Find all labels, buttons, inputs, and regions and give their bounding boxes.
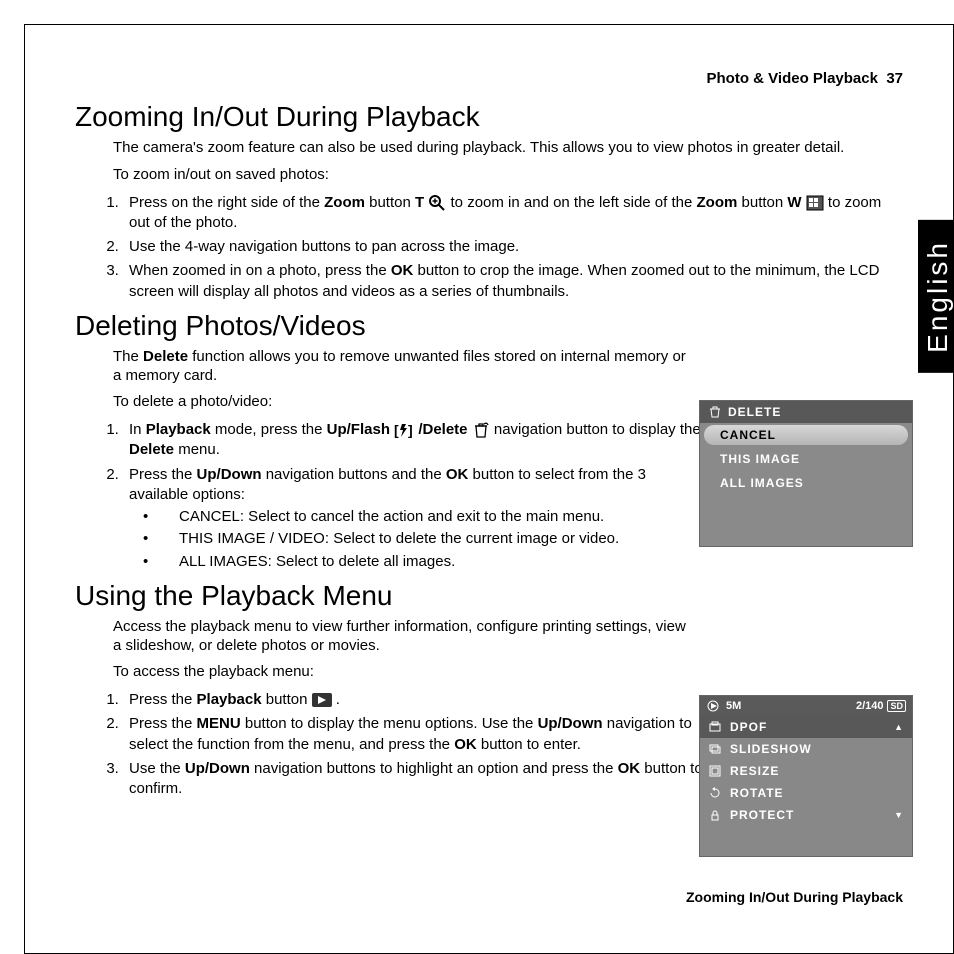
trash-icon xyxy=(472,421,490,439)
lcd2-topbar: 5M 2/140 SD xyxy=(700,696,912,716)
lcd2-row-rotate: ROTATE xyxy=(700,782,912,804)
header-section: Photo & Video Playback xyxy=(707,70,878,87)
zoom-step-3: When zoomed in on a photo, press the OK … xyxy=(123,261,903,302)
menu-step-1: Press the Playback button . xyxy=(123,690,703,710)
lcd1-row-all: ALL IMAGES xyxy=(700,471,912,495)
svg-text:[: [ xyxy=(394,422,399,438)
menu-intro: Access the playback menu to view further… xyxy=(113,618,693,656)
page-header: Photo & Video Playback 37 xyxy=(75,70,903,87)
rotate-icon xyxy=(708,786,722,800)
delete-intro: The Delete function allows you to remove… xyxy=(113,348,693,386)
menu-step-2: Press the MENU button to display the men… xyxy=(123,714,703,755)
delete-opt-cancel: CANCEL: Select to cancel the action and … xyxy=(161,507,703,527)
delete-step-1: In Playback mode, press the Up/Flash [] … xyxy=(123,420,703,461)
thumbnail-grid-icon xyxy=(806,195,824,211)
lcd2-resolution: 5M xyxy=(726,700,741,712)
lcd-delete-menu: DELETE CANCEL THIS IMAGE ALL IMAGES xyxy=(699,400,913,547)
lock-icon xyxy=(708,808,722,822)
header-page-num: 37 xyxy=(886,70,903,87)
section-body-delete: The Delete function allows you to remove… xyxy=(113,348,693,412)
slideshow-icon xyxy=(708,742,722,756)
menu-step-3: Use the Up/Down navigation buttons to hi… xyxy=(123,759,703,800)
dpof-icon xyxy=(708,720,722,734)
zoom-step-1: Press on the right side of the Zoom butt… xyxy=(123,193,903,234)
delete-options: CANCEL: Select to cancel the action and … xyxy=(129,507,703,572)
page-footer: Zooming In/Out During Playback xyxy=(686,889,903,905)
lcd1-titlebar: DELETE xyxy=(700,401,912,423)
section-title-delete: Deleting Photos/Videos xyxy=(75,310,903,342)
delete-opt-all: ALL IMAGES: Select to delete all images. xyxy=(161,552,703,572)
play-mini-icon xyxy=(706,699,720,713)
zoom-in-icon xyxy=(428,194,446,212)
delete-steps: In Playback mode, press the Up/Flash [] … xyxy=(75,420,703,572)
menu-lead: To access the playback menu: xyxy=(113,663,693,682)
language-tab: English xyxy=(918,220,954,373)
page-frame: Photo & Video Playback 37 English Zoomin… xyxy=(24,24,954,954)
trash-mini-icon xyxy=(708,405,722,419)
svg-text:]: ] xyxy=(408,422,413,438)
lcd2-counter: 2/140 xyxy=(856,700,884,712)
delete-opt-this: THIS IMAGE / VIDEO: Select to delete the… xyxy=(161,529,703,549)
zoom-steps: Press on the right side of the Zoom butt… xyxy=(75,193,903,302)
lcd2-row-dpof: DPOF ▲ xyxy=(700,716,912,738)
playback-icon xyxy=(312,693,332,707)
section-body-menu: Access the playback menu to view further… xyxy=(113,618,693,682)
lcd1-row-cancel: CANCEL xyxy=(704,425,908,445)
lcd1-title: DELETE xyxy=(728,405,781,419)
sd-card-icon: SD xyxy=(887,700,906,712)
flash-icon: [] xyxy=(394,422,414,438)
section-body-zoom: The camera's zoom feature can also be us… xyxy=(113,139,903,185)
zoom-intro: The camera's zoom feature can also be us… xyxy=(113,139,903,158)
delete-lead: To delete a photo/video: xyxy=(113,393,693,412)
section-title-zoom: Zooming In/Out During Playback xyxy=(75,101,903,133)
down-arrow-icon: ▼ xyxy=(894,810,904,820)
section-title-menu: Using the Playback Menu xyxy=(75,580,903,612)
lcd-playback-menu: 5M 2/140 SD DPOF ▲ SLIDESHOW RESIZE ROTA… xyxy=(699,695,913,857)
zoom-lead: To zoom in/out on saved photos: xyxy=(113,166,903,185)
lcd2-row-protect: PROTECT ▼ xyxy=(700,804,912,826)
up-arrow-icon: ▲ xyxy=(894,722,904,732)
lcd1-row-this: THIS IMAGE xyxy=(700,447,912,471)
delete-step-2: Press the Up/Down navigation buttons and… xyxy=(123,465,703,572)
lcd2-row-resize: RESIZE xyxy=(700,760,912,782)
lcd2-row-slideshow: SLIDESHOW xyxy=(700,738,912,760)
zoom-step-2: Use the 4-way navigation buttons to pan … xyxy=(123,237,903,257)
resize-icon xyxy=(708,764,722,778)
menu-steps: Press the Playback button . Press the ME… xyxy=(75,690,703,799)
